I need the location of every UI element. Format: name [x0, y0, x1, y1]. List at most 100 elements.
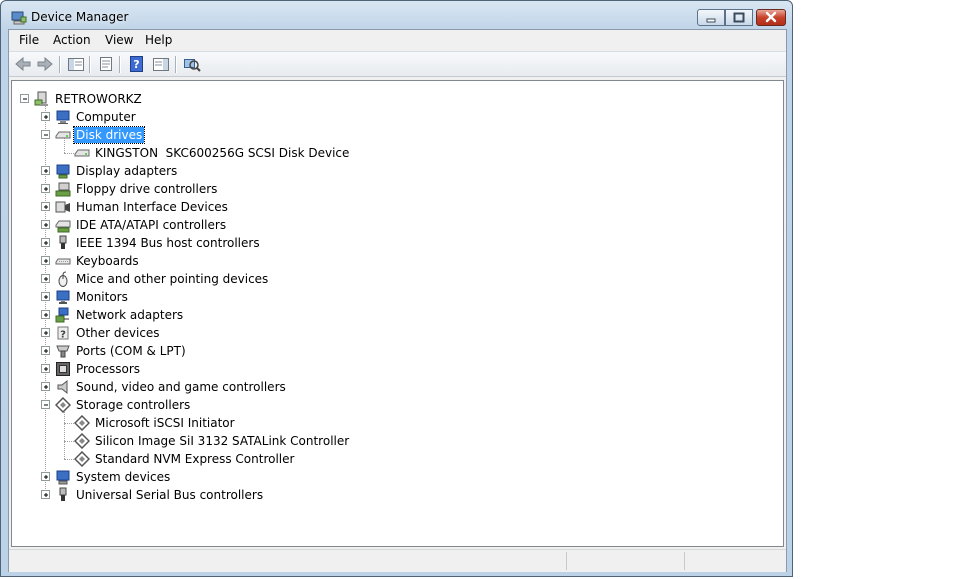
tree-item-label: IEEE 1394 Bus host controllers: [76, 236, 260, 250]
action-pane-icon[interactable]: [151, 55, 171, 73]
toolbar-separator: [89, 56, 91, 73]
expand-toggle[interactable]: [41, 112, 50, 121]
status-pane: [684, 552, 786, 570]
tree-item-label: Universal Serial Bus controllers: [76, 488, 264, 502]
back-arrow-icon[interactable]: [13, 55, 33, 73]
status-bar: [9, 549, 786, 572]
forward-arrow-icon[interactable]: [35, 55, 55, 73]
title-bar[interactable]: Device Manager: [1, 1, 792, 31]
tree-item-label: Monitors: [76, 290, 128, 304]
device-tree[interactable]: RETROWORKZ Computer Disk drives KINGSTON…: [11, 80, 784, 547]
expand-toggle[interactable]: [41, 238, 50, 247]
tree-item-network-adapters[interactable]: Network adapters: [12, 306, 772, 324]
storage-controller-icon: [54, 396, 72, 414]
close-button[interactable]: [756, 9, 786, 26]
tree-item-sound-video-game[interactable]: Sound, video and game controllers: [12, 378, 772, 396]
expand-toggle[interactable]: [41, 202, 50, 211]
menu-view[interactable]: View: [105, 33, 133, 47]
expand-toggle[interactable]: [41, 346, 50, 355]
computer-icon: [55, 109, 71, 125]
expand-toggle[interactable]: [41, 220, 50, 229]
status-pane: [566, 552, 684, 570]
menu-action[interactable]: Action: [53, 33, 91, 47]
speaker-icon: [55, 379, 71, 395]
tree-item-microsoft-iscsi[interactable]: Microsoft iSCSI Initiator: [12, 414, 772, 432]
port-icon: [55, 343, 71, 359]
tree-item-label: Network adapters: [76, 308, 184, 322]
client-area: File Action View Help ? RETROWORKZ Compu…: [8, 29, 787, 572]
tree-item-keyboards[interactable]: Keyboards: [12, 252, 772, 270]
tree-item-label: Silicon Image SiI 3132 SATALink Controll…: [95, 434, 350, 448]
minimize-button[interactable]: [697, 9, 725, 26]
menu-help[interactable]: Help: [145, 33, 172, 47]
tree-item-kingston-disk[interactable]: KINGSTON SKC600256G SCSI Disk Device: [12, 144, 772, 162]
tree-item-label: Sound, video and game controllers: [76, 380, 286, 394]
tree-item-nvme-controller[interactable]: Standard NVM Express Controller: [12, 450, 772, 468]
tree-root[interactable]: RETROWORKZ: [12, 90, 772, 108]
show-hide-console-tree-icon[interactable]: [66, 55, 86, 73]
expand-toggle[interactable]: [41, 184, 50, 193]
tree-item-system-devices[interactable]: System devices: [12, 468, 772, 486]
tree-item-label: Processors: [76, 362, 141, 376]
tree-item-ports[interactable]: Ports (COM & LPT): [12, 342, 772, 360]
tree-item-floppy-drive-controllers[interactable]: Floppy drive controllers: [12, 180, 772, 198]
expand-toggle[interactable]: [41, 274, 50, 283]
tree-item-label: KINGSTON SKC600256G SCSI Disk Device: [95, 146, 350, 160]
disk-drive-icon: [74, 145, 90, 161]
processor-icon: [55, 361, 71, 377]
tree-item-label: IDE ATA/ATAPI controllers: [76, 218, 227, 232]
tree-item-display-adapters[interactable]: Display adapters: [12, 162, 772, 180]
toolbar-separator: [59, 56, 61, 73]
tree-item-mice[interactable]: Mice and other pointing devices: [12, 270, 772, 288]
mouse-icon: [55, 271, 71, 287]
help-icon[interactable]: ?: [127, 55, 147, 73]
hid-icon: [55, 199, 71, 215]
device-manager-app-icon: [11, 11, 27, 25]
ide-controller-icon: [55, 217, 71, 233]
expand-toggle[interactable]: [41, 256, 50, 265]
tree-root-label: RETROWORKZ: [55, 92, 142, 106]
scan-hardware-icon[interactable]: [182, 55, 202, 73]
tree-item-label: Microsoft iSCSI Initiator: [95, 416, 235, 430]
tree-item-monitors[interactable]: Monitors: [12, 288, 772, 306]
expand-toggle[interactable]: [41, 490, 50, 499]
tree-item-label: Disk drives: [72, 126, 146, 144]
expand-toggle[interactable]: [41, 328, 50, 337]
expand-toggle[interactable]: [41, 472, 50, 481]
tree-item-processors[interactable]: Processors: [12, 360, 772, 378]
expand-toggle[interactable]: [41, 382, 50, 391]
expand-toggle[interactable]: [41, 292, 50, 301]
tree-item-ieee1394[interactable]: IEEE 1394 Bus host controllers: [12, 234, 772, 252]
tree-item-other-devices[interactable]: ? Other devices: [12, 324, 772, 342]
toolbar: ?: [9, 51, 786, 77]
svg-text:?: ?: [133, 58, 139, 71]
tree-item-silicon-image[interactable]: Silicon Image SiI 3132 SATALink Controll…: [12, 432, 772, 450]
network-adapter-icon: [55, 307, 71, 323]
storage-controller-icon: [73, 450, 91, 468]
expand-toggle[interactable]: [41, 364, 50, 373]
tree-item-label: Display adapters: [76, 164, 178, 178]
unknown-device-icon: ?: [55, 325, 71, 341]
expand-toggle[interactable]: [41, 310, 50, 319]
usb-icon: [55, 487, 71, 503]
tree-item-ide-controllers[interactable]: IDE ATA/ATAPI controllers: [12, 216, 772, 234]
tree-item-usb-controllers[interactable]: Universal Serial Bus controllers: [12, 486, 772, 504]
storage-controller-icon: [73, 414, 91, 432]
toolbar-separator: [175, 56, 177, 73]
computer-root-icon: [34, 91, 50, 107]
collapse-toggle[interactable]: [41, 400, 50, 409]
tree-item-human-interface-devices[interactable]: Human Interface Devices: [12, 198, 772, 216]
properties-icon[interactable]: [96, 55, 116, 73]
expand-toggle[interactable]: [41, 166, 50, 175]
tree-item-storage-controllers[interactable]: Storage controllers: [12, 396, 772, 414]
tree-item-computer[interactable]: Computer: [12, 108, 772, 126]
device-manager-window: Device Manager File Action View Help ? R…: [0, 0, 793, 577]
maximize-button[interactable]: [725, 9, 753, 26]
collapse-toggle[interactable]: [41, 130, 50, 139]
keyboard-icon: [55, 253, 71, 269]
storage-controller-icon: [73, 432, 91, 450]
tree-item-disk-drives[interactable]: Disk drives: [12, 126, 772, 144]
menu-file[interactable]: File: [19, 33, 39, 47]
collapse-toggle[interactable]: [20, 94, 29, 103]
tree-item-label: Computer: [76, 110, 136, 124]
